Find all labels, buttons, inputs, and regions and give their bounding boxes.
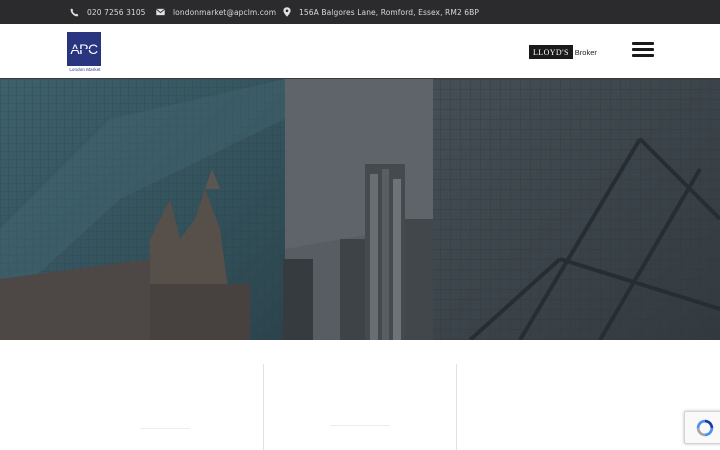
logo-subtitle: London Market [69,67,101,72]
address-link[interactable]: 156A Balgores Lane, Romford, Essex, RM2 … [283,0,479,24]
email-link[interactable]: londonmarket@apclm.com [156,0,276,24]
lloyds-name: LLOYD'S [529,45,573,59]
heading-underline [140,428,190,429]
heading-underline [330,425,390,426]
logo-mark: APC [70,41,98,57]
column-divider [263,364,264,450]
site-header: APC London Market LLOYD'S Broker [0,24,720,79]
content-section [0,340,720,450]
city-skyline-image [0,79,720,340]
map-pin-icon [283,7,291,17]
hamburger-menu-icon[interactable] [632,42,654,57]
envelope-icon [156,8,165,16]
lloyds-role: Broker [574,47,597,57]
column-divider [456,364,457,450]
lloyds-broker-badge: LLOYD'S Broker [529,45,597,59]
apc-logo[interactable]: APC [67,32,101,66]
hero-banner [0,79,720,340]
phone-link[interactable]: 020 7256 3105 [70,0,146,24]
phone-icon [70,8,79,16]
recaptcha-icon [696,419,713,436]
contact-bar: 020 7256 3105 londonmarket@apclm.com 156… [0,0,720,24]
recaptcha-badge[interactable] [684,411,720,444]
